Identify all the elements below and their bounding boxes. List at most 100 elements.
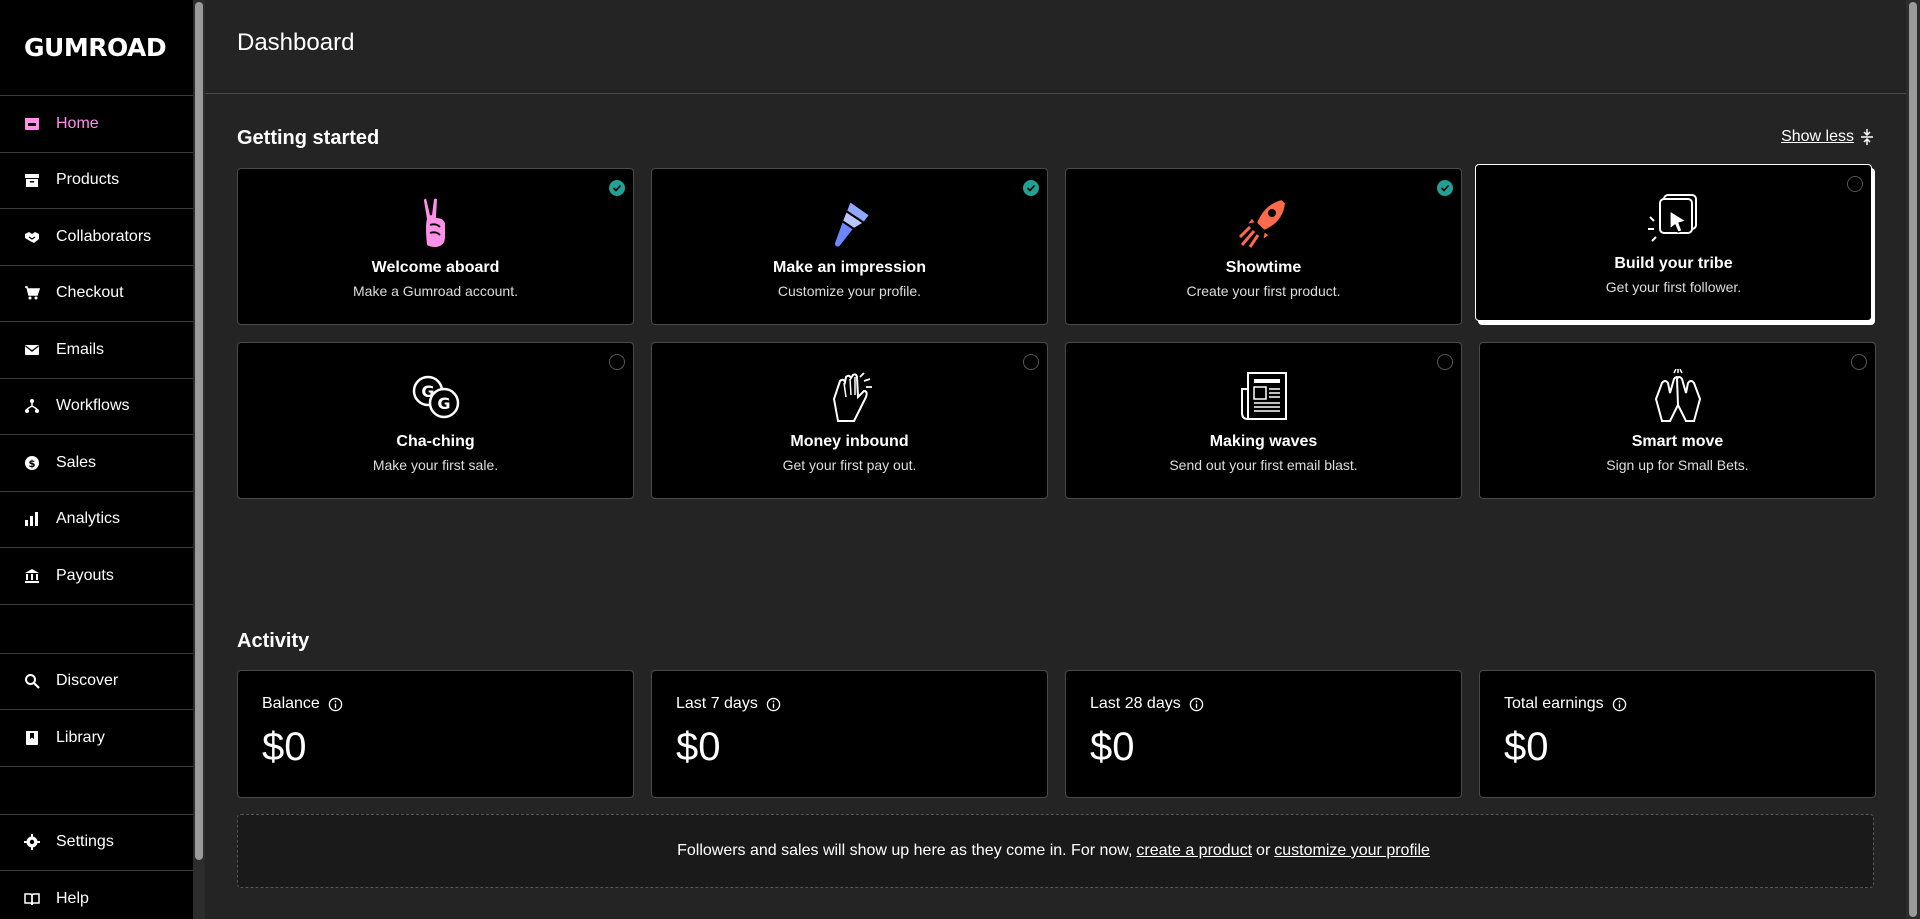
sidebar-item-settings[interactable]: Settings: [0, 815, 193, 871]
paintbrush-icon: [832, 196, 871, 249]
sidebar-item-label: Library: [56, 728, 105, 746]
stat-label: Balance: [262, 695, 320, 712]
dollar-circle-icon: $: [24, 455, 40, 471]
gumroad-logo[interactable]: GUMROAD: [0, 0, 193, 96]
onboarding-card-smart-move[interactable]: Smart move Sign up for Small Bets.: [1479, 342, 1876, 499]
svg-text:G: G: [437, 394, 450, 413]
sidebar-item-library[interactable]: Library: [0, 710, 193, 767]
sidebar-item-home[interactable]: Home: [0, 96, 193, 153]
sidebar-item-label: Analytics: [56, 510, 121, 528]
stat-value: $0: [1090, 725, 1135, 769]
newspaper-icon: [1240, 372, 1287, 420]
stat-label: Total earnings: [1504, 695, 1604, 712]
cursor-sparkle-icon: [1647, 194, 1697, 242]
sidebar-item-label: Discover: [56, 672, 119, 690]
onboarding-card-showtime[interactable]: Showtime Create your first product.: [1065, 168, 1462, 325]
card-title: Make an impression: [773, 259, 926, 276]
sidebar-item-label: Workflows: [56, 397, 130, 415]
customize-profile-link[interactable]: customize your profile: [1274, 842, 1430, 860]
card-title: Making waves: [1209, 433, 1318, 450]
card-title: Build your tribe: [1614, 255, 1733, 272]
show-less-label: Show less: [1781, 128, 1854, 145]
sidebar-item-help[interactable]: Help: [0, 871, 193, 919]
sidebar-item-label: Products: [56, 171, 120, 189]
card-title: Money inbound: [790, 433, 909, 450]
info-icon[interactable]: [328, 697, 343, 712]
stat-card-balance: Balance $0: [237, 670, 634, 798]
card-title: Showtime: [1225, 259, 1302, 276]
card-subtitle: Create your first product.: [1186, 283, 1341, 299]
page-title: Dashboard: [237, 28, 355, 56]
cart-icon: [24, 285, 40, 301]
sidebar-item-analytics[interactable]: Analytics: [0, 492, 193, 548]
activity-title: Activity: [237, 630, 310, 652]
app: GUMROAD Home Products Collaborators Chec…: [0, 0, 1920, 919]
bookmark-icon: [24, 730, 40, 746]
incomplete-circle-icon: [1023, 354, 1039, 370]
raised-hands-icon: [1654, 369, 1701, 422]
card-subtitle: Get your first pay out.: [782, 457, 917, 473]
svg-text:$: $: [29, 459, 36, 470]
card-subtitle: Sign up for Small Bets.: [1606, 457, 1749, 473]
incomplete-circle-icon: [1847, 176, 1863, 192]
stat-value: $0: [1504, 725, 1549, 769]
notice-text: or: [1256, 842, 1271, 859]
info-icon[interactable]: [1612, 697, 1627, 712]
sidebar-item-emails[interactable]: Emails: [0, 322, 193, 379]
sidebar-item-products[interactable]: Products: [0, 153, 193, 209]
collapse-icon: [1861, 129, 1873, 145]
card-title: Cha-ching: [396, 433, 475, 450]
create-product-link[interactable]: create a product: [1136, 842, 1252, 860]
info-icon[interactable]: [1189, 697, 1204, 712]
sidebar-spacer: [0, 767, 193, 815]
card-title: Smart move: [1631, 433, 1724, 450]
home-icon: [24, 116, 40, 132]
sidebar: GUMROAD Home Products Collaborators Chec…: [0, 0, 193, 919]
main-content: Dashboard Getting started Show less Welc…: [205, 0, 1906, 919]
stat-label: Last 7 days: [676, 695, 758, 712]
stat-value: $0: [676, 725, 721, 769]
sidebar-item-payouts[interactable]: Payouts: [0, 548, 193, 605]
archive-icon: [24, 172, 40, 188]
sidebar-item-discover[interactable]: Discover: [0, 654, 193, 710]
onboarding-card-money-inbound[interactable]: Money inbound Get your first pay out.: [651, 342, 1048, 499]
sidebar-item-label: Collaborators: [56, 227, 152, 245]
card-title: Welcome aboard: [371, 259, 500, 276]
book-icon: [24, 891, 40, 907]
main-scrollbar-thumb[interactable]: [1909, 2, 1917, 917]
handshake-icon: [24, 229, 40, 245]
search-icon: [24, 673, 40, 690]
main-scrollbar[interactable]: [1906, 0, 1920, 919]
info-icon[interactable]: [766, 697, 781, 712]
completed-check-icon: [1023, 180, 1039, 196]
clapping-hands-icon: [832, 372, 872, 422]
sidebar-item-collaborators[interactable]: Collaborators: [0, 209, 193, 266]
completed-check-icon: [1437, 180, 1453, 196]
sidebar-item-checkout[interactable]: Checkout: [0, 266, 193, 322]
incomplete-circle-icon: [1851, 354, 1867, 370]
sidebar-item-label: Help: [56, 889, 89, 907]
onboarding-card-cha-ching[interactable]: G G Cha-ching Make your first sale.: [237, 342, 634, 499]
onboarding-card-welcome-aboard[interactable]: Welcome aboard Make a Gumroad account.: [237, 168, 634, 325]
sidebar-item-label: Sales: [56, 453, 97, 471]
envelope-icon: [24, 342, 40, 358]
completed-check-icon: [609, 180, 625, 196]
sidebar-scrollbar-thumb[interactable]: [195, 2, 203, 860]
bar-chart-icon: [24, 511, 40, 527]
stat-card-last-28-days: Last 28 days $0: [1065, 670, 1462, 798]
onboarding-card-make-an-impression[interactable]: Make an impression Customize your profil…: [651, 168, 1048, 325]
onboarding-card-build-your-tribe[interactable]: Build your tribe Get your first follower…: [1475, 164, 1872, 321]
sidebar-item-workflows[interactable]: Workflows: [0, 379, 193, 435]
sidebar-item-label: Emails: [56, 340, 105, 358]
show-less-button[interactable]: Show less: [1781, 128, 1874, 146]
bank-icon: [24, 568, 40, 584]
sidebar-item-sales[interactable]: $ Sales: [0, 435, 193, 492]
incomplete-circle-icon: [609, 354, 625, 370]
coins-icon: G G: [412, 375, 459, 419]
getting-started-title: Getting started: [237, 127, 380, 149]
workflow-icon: [24, 398, 40, 414]
gear-icon: [24, 834, 40, 851]
sidebar-item-label: Payouts: [56, 566, 114, 584]
onboarding-card-making-waves[interactable]: Making waves Send out your first email b…: [1065, 342, 1462, 499]
sidebar-scrollbar[interactable]: [193, 0, 205, 919]
